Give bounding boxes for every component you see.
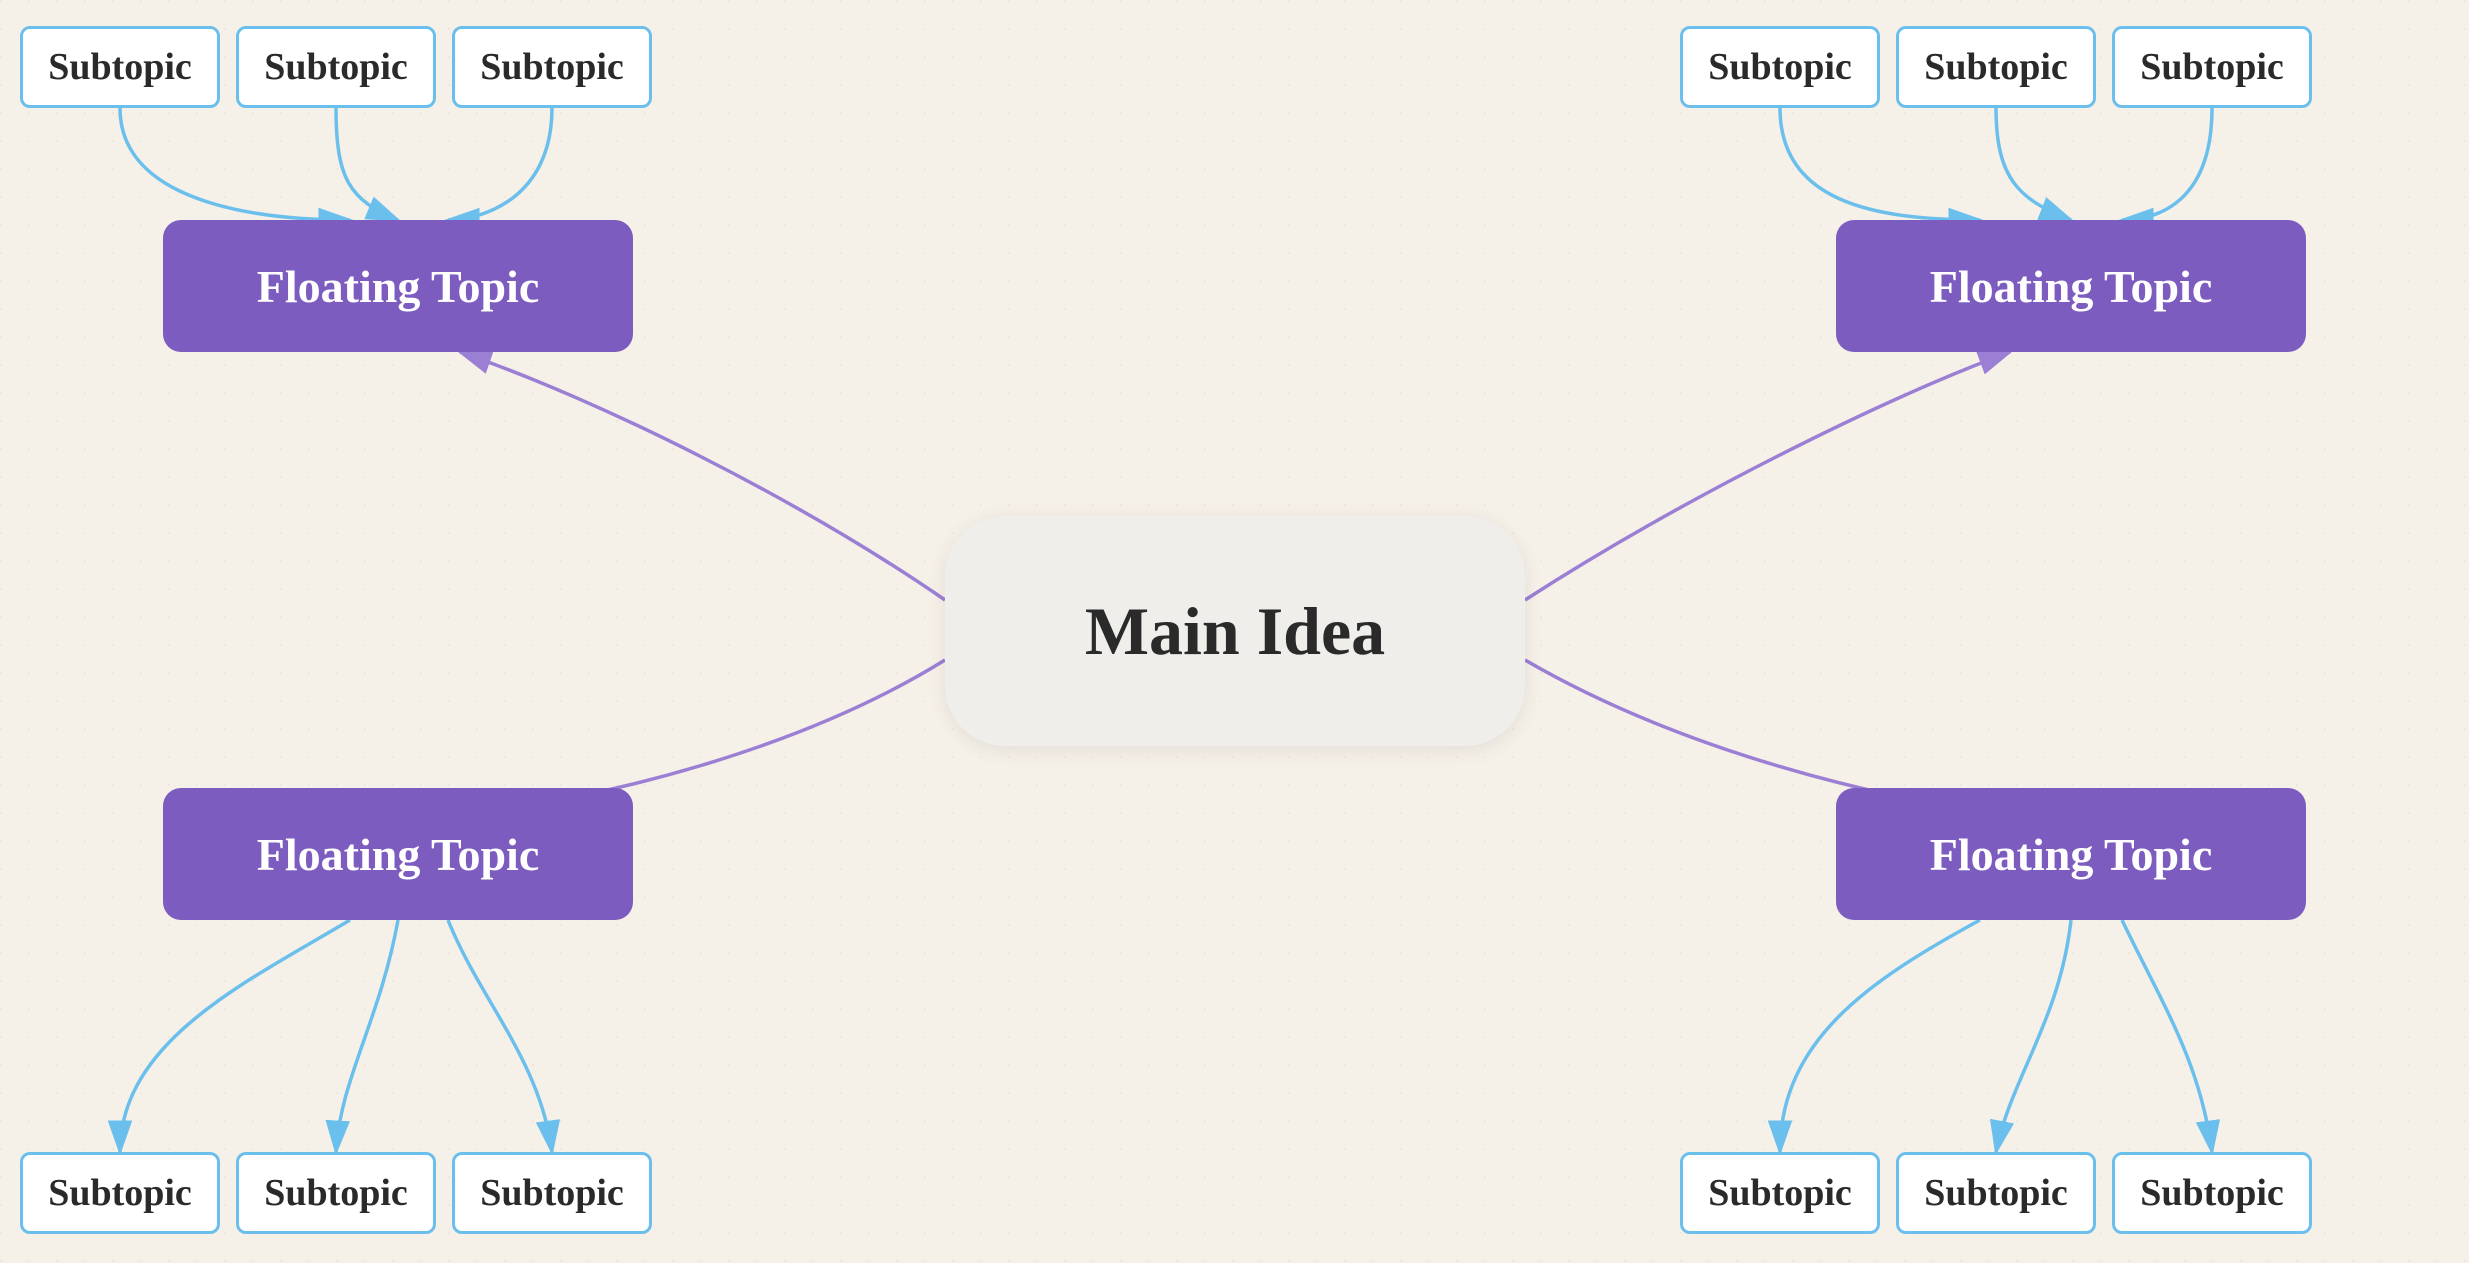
floating-topic-bottom-left-label: Floating Topic — [257, 828, 539, 881]
subtopic-tr-1[interactable]: Subtopic — [1680, 26, 1880, 108]
floating-topic-bottom-right[interactable]: Floating Topic — [1836, 788, 2306, 920]
subtopic-tl-3[interactable]: Subtopic — [452, 26, 652, 108]
floating-topic-top-left-label: Floating Topic — [257, 260, 539, 313]
subtopic-br-1[interactable]: Subtopic — [1680, 1152, 1880, 1234]
subtopic-br-3[interactable]: Subtopic — [2112, 1152, 2312, 1234]
floating-topic-bottom-right-label: Floating Topic — [1930, 828, 2212, 881]
main-idea-label: Main Idea — [1085, 592, 1385, 671]
floating-topic-top-left[interactable]: Floating Topic — [163, 220, 633, 352]
subtopic-tr-2[interactable]: Subtopic — [1896, 26, 2096, 108]
subtopic-tl-1[interactable]: Subtopic — [20, 26, 220, 108]
main-idea-node: Main Idea — [945, 516, 1525, 746]
subtopic-bl-1[interactable]: Subtopic — [20, 1152, 220, 1234]
floating-topic-top-right-label: Floating Topic — [1930, 260, 2212, 313]
floating-topic-bottom-left[interactable]: Floating Topic — [163, 788, 633, 920]
subtopic-bl-2[interactable]: Subtopic — [236, 1152, 436, 1234]
subtopic-tr-3[interactable]: Subtopic — [2112, 26, 2312, 108]
subtopic-bl-3[interactable]: Subtopic — [452, 1152, 652, 1234]
floating-topic-top-right[interactable]: Floating Topic — [1836, 220, 2306, 352]
subtopic-br-2[interactable]: Subtopic — [1896, 1152, 2096, 1234]
subtopic-tl-2[interactable]: Subtopic — [236, 26, 436, 108]
